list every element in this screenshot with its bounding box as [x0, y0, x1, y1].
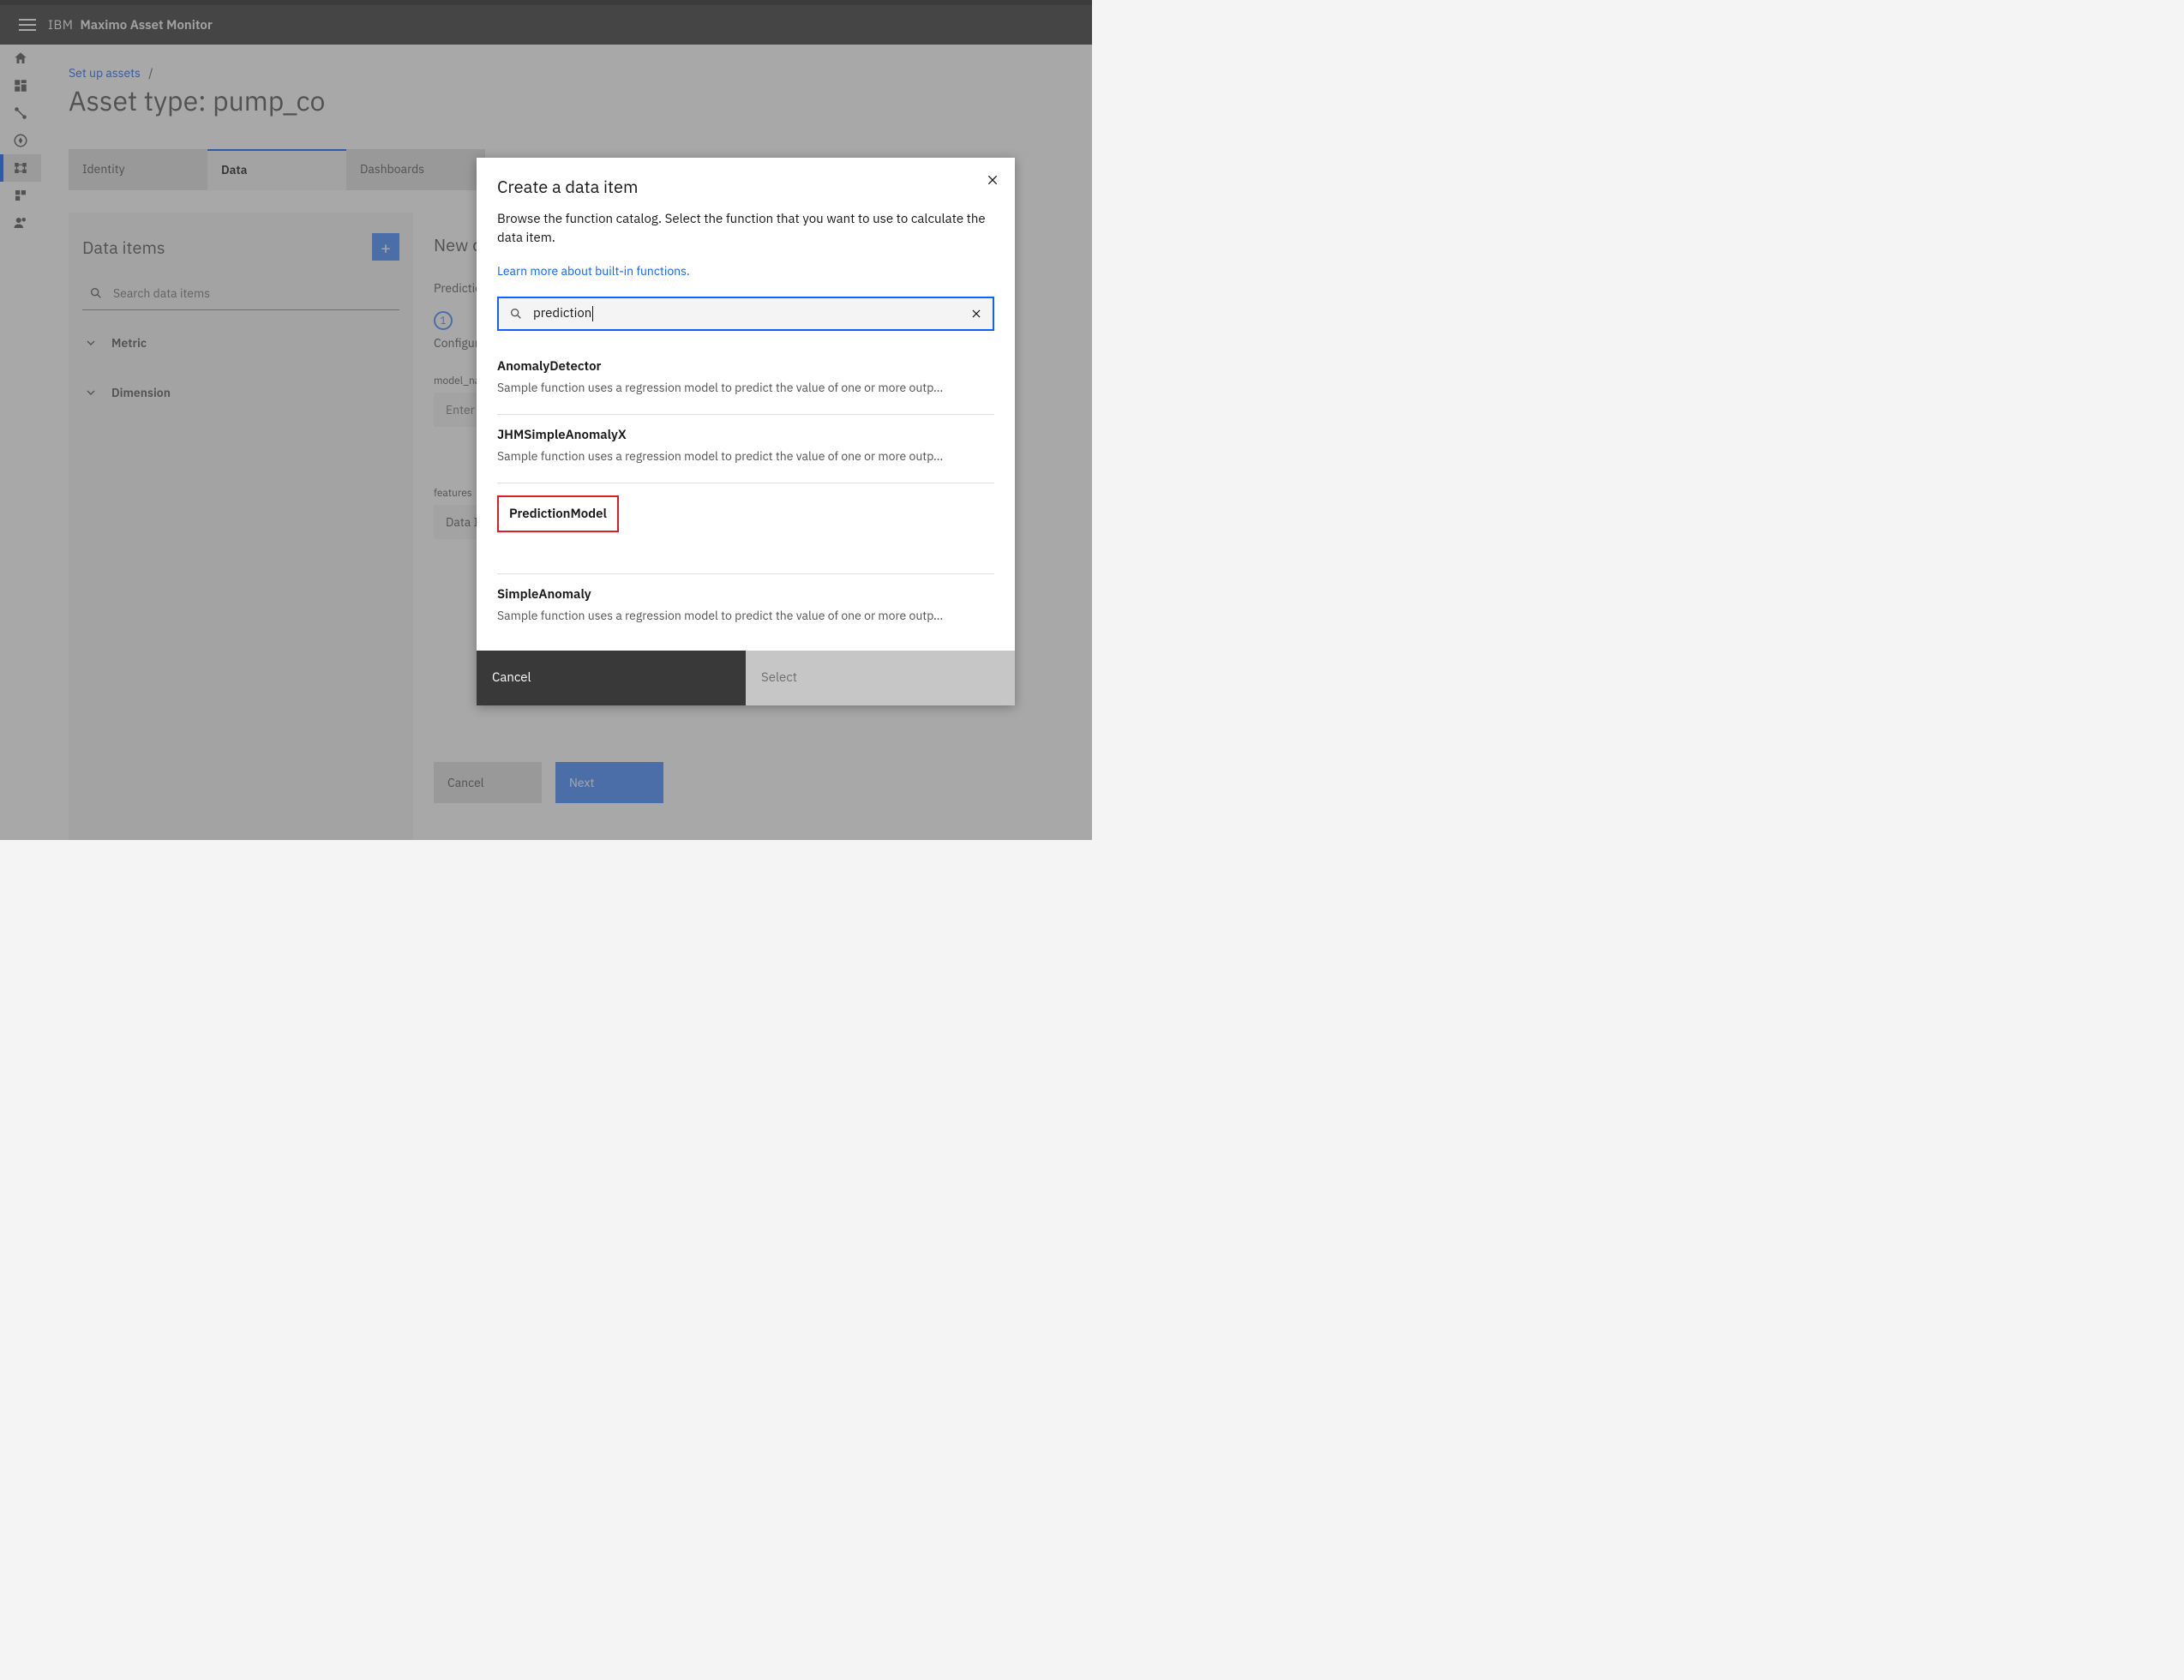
modal-close-button[interactable] [982, 170, 1003, 190]
modal-cancel-button[interactable]: Cancel [477, 651, 746, 705]
app-root: IBM Maximo Asset Monitor Set up asse [0, 0, 1092, 840]
modal-title: Create a data item [497, 175, 994, 198]
close-icon [986, 173, 999, 187]
result-simple-anomaly[interactable]: SimpleAnomaly Sample function uses a reg… [497, 574, 994, 642]
result-desc: Sample function uses a regression model … [497, 380, 977, 395]
result-prediction-model[interactable]: PredictionModel [497, 483, 994, 574]
close-icon [970, 308, 982, 320]
result-desc: Sample function uses a regression model … [497, 448, 977, 464]
modal-description: Browse the function catalog. Select the … [497, 210, 994, 248]
modal-search-clear-button[interactable] [960, 298, 993, 329]
function-results-list: AnomalyDetector Sample function uses a r… [497, 346, 994, 642]
result-title: SimpleAnomaly [497, 586, 994, 603]
modal-select-button[interactable]: Select [746, 651, 1015, 705]
search-icon [509, 307, 523, 321]
result-title: JHMSimpleAnomalyX [497, 427, 994, 443]
modal-body: Create a data item Browse the function c… [477, 158, 1015, 642]
result-jhm-simple-anomaly-x[interactable]: JHMSimpleAnomalyX Sample function uses a… [497, 415, 994, 483]
text-caret [592, 306, 593, 321]
result-title: AnomalyDetector [497, 358, 994, 375]
result-desc: Sample function uses a regression model … [497, 608, 977, 623]
modal-search-input[interactable]: prediction [533, 305, 593, 321]
result-title: PredictionModel [497, 495, 619, 532]
modal-learn-more-link[interactable]: Learn more about built-in functions. [497, 263, 690, 279]
result-desc [497, 537, 977, 555]
modal-footer: Cancel Select [477, 651, 1015, 705]
create-data-item-modal: Create a data item Browse the function c… [477, 158, 1015, 705]
modal-search[interactable]: prediction [497, 297, 994, 331]
result-anomaly-detector[interactable]: AnomalyDetector Sample function uses a r… [497, 346, 994, 415]
